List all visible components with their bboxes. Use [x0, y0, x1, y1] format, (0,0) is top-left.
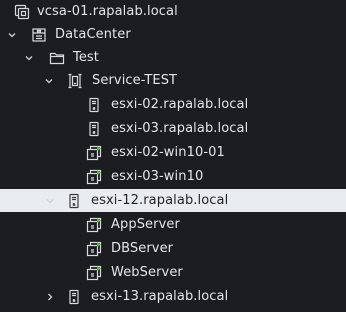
- tree-node-esxi-12[interactable]: esxi-12.rapalab.local: [0, 189, 346, 212]
- tree-node-webserver[interactable]: WebServer: [0, 261, 346, 284]
- tree-node-esxi-02-win10-01[interactable]: esxi-02-win10-01: [0, 141, 346, 164]
- chevron-down-icon[interactable]: [42, 74, 56, 88]
- cluster-icon: [67, 73, 83, 89]
- folder-icon: [49, 50, 65, 66]
- tree-node-esxi-03-win10[interactable]: esxi-03-win10: [0, 165, 346, 188]
- tree-node-esxi-02[interactable]: esxi-02.rapalab.local: [0, 93, 346, 116]
- tree-node-label: DBServer: [111, 241, 174, 256]
- tree-node-dbserver[interactable]: DBServer: [0, 237, 346, 260]
- tree-node-label: Service-TEST: [92, 73, 178, 88]
- vcenter-icon: [14, 4, 30, 20]
- tree-node-label: esxi-12.rapalab.local: [91, 193, 229, 208]
- tree-node-label: vcsa-01.rapalab.local: [37, 4, 178, 19]
- vm-powered-on-icon: [86, 265, 102, 281]
- vm-powered-on-icon: [86, 217, 102, 233]
- chevron-right-icon[interactable]: [43, 290, 57, 304]
- chevron-down-icon[interactable]: [43, 194, 57, 208]
- host-icon: [66, 289, 82, 305]
- vm-powered-on-icon: [86, 145, 102, 161]
- tree-node-label: esxi-03.rapalab.local: [111, 121, 249, 136]
- datacenter-icon: [31, 27, 47, 43]
- tree-node-label: esxi-13.rapalab.local: [91, 289, 229, 304]
- tree-node-appserver[interactable]: AppServer: [0, 213, 346, 236]
- host-icon: [86, 121, 102, 137]
- host-icon: [86, 97, 102, 113]
- chevron-down-icon[interactable]: [22, 51, 36, 65]
- vm-powered-on-icon: [86, 169, 102, 185]
- tree-node-label: DataCenter: [55, 27, 131, 42]
- tree-node-test[interactable]: Test: [0, 46, 346, 69]
- tree-node-label: AppServer: [111, 217, 180, 232]
- tree-node-esxi-03[interactable]: esxi-03.rapalab.local: [0, 117, 346, 140]
- tree-node-esxi-13[interactable]: esxi-13.rapalab.local: [0, 285, 346, 308]
- vm-powered-on-icon: [86, 241, 102, 257]
- tree-node-label: Test: [73, 50, 100, 65]
- tree-node-label: esxi-02.rapalab.local: [111, 97, 249, 112]
- tree-node-label: esxi-03-win10: [111, 169, 204, 184]
- tree-node-vcsa[interactable]: vcsa-01.rapalab.local: [0, 0, 346, 23]
- inventory-tree: vcsa-01.rapalab.local DataCenter Test Se…: [0, 0, 346, 312]
- tree-node-service-test[interactable]: Service-TEST: [0, 69, 346, 92]
- chevron-down-icon[interactable]: [5, 28, 19, 42]
- tree-node-label: esxi-02-win10-01: [111, 145, 225, 160]
- tree-node-datacenter[interactable]: DataCenter: [0, 23, 346, 46]
- tree-node-label: WebServer: [111, 265, 183, 280]
- host-icon: [66, 193, 82, 209]
